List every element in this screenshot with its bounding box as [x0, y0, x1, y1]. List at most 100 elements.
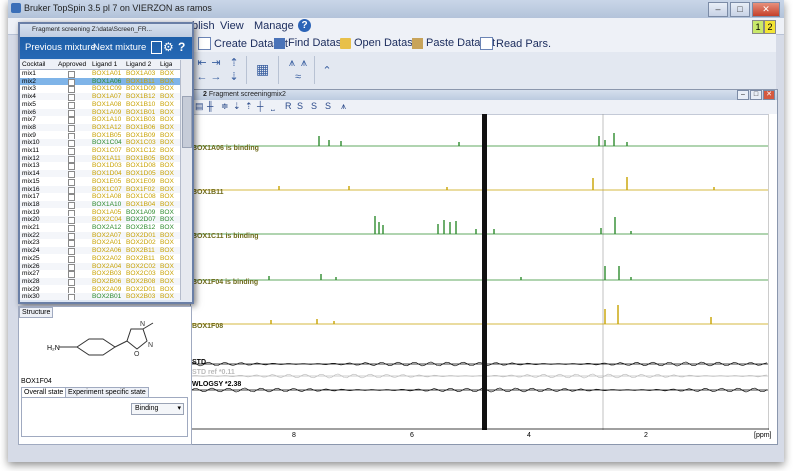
table-row[interactable]: mix6 BOX1A09 BOX1B01 BOX [20, 108, 180, 117]
shift-left-icon[interactable]: ⇤ [196, 58, 208, 69]
find-dataset-button[interactable]: Find Dataset [274, 37, 350, 49]
approved-checkbox[interactable] [68, 294, 75, 300]
integrate-icon[interactable]: ⩚ [298, 58, 310, 69]
col-ligand1[interactable]: Ligand 1 [92, 60, 117, 69]
minimize-button[interactable]: – [708, 2, 728, 17]
table-row[interactable]: mix11 BOX1C07 BOX1C12 BOX [20, 147, 180, 155]
ligand2-cell: BOX1B03 [126, 116, 156, 124]
table-row[interactable]: mix17 BOX1A08 BOX1C08 BOX [20, 193, 180, 202]
export-icon[interactable] [151, 41, 162, 54]
table-row[interactable]: mix12 BOX1A11 BOX1B05 BOX [20, 154, 180, 163]
ligand1-cell: BOX1A08 [92, 100, 122, 108]
grid-icon[interactable]: ▦ [256, 62, 269, 76]
table-row[interactable]: mix28 BOX2B06 BOX2B08 BOX [20, 277, 180, 286]
table-row[interactable]: mix18 BOX1A10 BOX1B04 BOX [20, 200, 180, 209]
find-dataset-icon [274, 37, 285, 49]
workspace-badge-1[interactable]: 1 [752, 20, 764, 34]
ligand3-cell: BOX [160, 185, 174, 193]
scale-tool-1[interactable]: S [297, 101, 303, 111]
table-row[interactable]: mix29 BOX2A09 BOX2D01 BOX [20, 286, 180, 294]
ligand2-cell: BOX1B10 [126, 100, 156, 108]
ligand3-cell: BOX [160, 93, 174, 101]
menu-view[interactable]: View [220, 20, 244, 32]
expand-up-icon[interactable]: ⌃ [321, 66, 333, 77]
table-row[interactable]: mix30 BOX2B01 BOX2B03 BOX [20, 293, 180, 300]
binding-state-select[interactable]: Binding ▾ [131, 403, 184, 415]
table-row[interactable]: mix14 BOX1D04 BOX1D05 BOX [20, 170, 180, 179]
table-row[interactable]: mix23 BOX2A01 BOX2D02 BOX [20, 239, 180, 248]
table-row[interactable]: mix2 BOX1A06 BOX1B11 BOX [20, 77, 180, 86]
col-ligand2[interactable]: Ligand 2 [126, 60, 151, 69]
nitrogen-label-2: N [148, 342, 153, 349]
up-arrow-icon[interactable]: ⇡ [245, 101, 253, 112]
table-row[interactable]: mix27 BOX2B03 BOX2C03 BOX [20, 270, 180, 279]
table-row[interactable]: mix10 BOX1C04 BOX1C03 BOX [20, 139, 180, 148]
baseline-icon[interactable]: ⎵ [271, 101, 275, 112]
overlay-icon[interactable]: ╫ [207, 101, 213, 111]
align-icon[interactable]: ≑ [221, 101, 229, 112]
table-row[interactable]: mix3 BOX1C09 BOX1D09 BOX [20, 85, 180, 94]
table-row[interactable]: mix1 BOX1A01 BOX1A03 BOX [20, 70, 180, 78]
table-row[interactable]: mix22 BOX2A07 BOX2D01 BOX [20, 231, 180, 240]
table-row[interactable]: mix15 BOX1E05 BOX1E09 BOX [20, 178, 180, 186]
col-ligand3[interactable]: Liga [160, 60, 172, 69]
menu-manage[interactable]: Manage [254, 20, 294, 32]
workspace-badge-2[interactable]: 2 [764, 20, 776, 34]
ligand1-cell: BOX2A07 [92, 231, 122, 239]
x-axis: 8 6 4 2 [ppm] [191, 428, 777, 444]
peak-display-icon[interactable]: ⩚ [341, 101, 346, 112]
ligand1-cell: BOX1D04 [92, 170, 122, 178]
table-row[interactable]: mix8 BOX1A12 BOX1B06 BOX [20, 123, 180, 132]
multiplet-icon[interactable]: ≈ [292, 72, 304, 83]
scale-up-icon[interactable]: ⇡ [228, 58, 240, 69]
table-row[interactable]: mix5 BOX1A08 BOX1B10 BOX [20, 100, 180, 109]
reset-tool[interactable]: R [285, 101, 292, 111]
read-pars-button[interactable]: Read Pars. [480, 37, 551, 50]
menu-publish[interactable]: blish [192, 20, 215, 32]
ligand2-cell: BOX2C03 [126, 270, 156, 278]
spectrum-minimize-button[interactable]: – [737, 90, 749, 100]
peak-pick-icon[interactable]: ⩚ [286, 58, 298, 69]
table-row[interactable]: mix21 BOX2A12 BOX2B12 BOX [20, 224, 180, 232]
close-button[interactable]: ✕ [752, 2, 780, 17]
table-row[interactable]: mix9 BOX1B05 BOX1B09 BOX [20, 132, 180, 140]
gear-icon[interactable]: ⚙ [163, 40, 174, 54]
table-row[interactable]: mix25 BOX2A02 BOX2B11 BOX [20, 255, 180, 263]
maximize-button[interactable]: □ [730, 2, 750, 17]
ligand1-cell: BOX1A11 [92, 154, 121, 162]
open-dataset-button[interactable]: Open Dataset [340, 37, 422, 49]
ligand1-cell: BOX1C04 [92, 139, 122, 147]
scroll-thumb[interactable] [182, 96, 192, 148]
table-row[interactable]: mix7 BOX1A10 BOX1B03 BOX [20, 116, 180, 125]
spectrum-close-button[interactable]: ✕ [763, 90, 775, 100]
scroll-markers[interactable] [768, 114, 777, 430]
crosshair-icon[interactable]: ┼ [257, 101, 263, 111]
table-scrollbar[interactable] [180, 60, 192, 300]
cocktail-cell: mix7 [22, 116, 36, 124]
arrow-right-icon[interactable]: → [210, 72, 222, 83]
col-cocktail[interactable]: Cocktail [22, 60, 45, 69]
scale-tool-2[interactable]: S [311, 101, 317, 111]
previous-mixture-button[interactable]: Previous mixture [25, 42, 96, 53]
table-row[interactable]: mix4 BOX1A07 BOX1B12 BOX [20, 93, 180, 102]
multi-display-icon[interactable]: ▤ [195, 101, 204, 112]
scale-down-icon[interactable]: ⇣ [228, 72, 240, 83]
help-icon[interactable]: ? [298, 19, 311, 32]
table-row[interactable]: mix20 BOX2C04 BOX2D07 BOX [20, 216, 180, 225]
down-arrow-icon[interactable]: ⇣ [233, 101, 241, 112]
scale-tool-3[interactable]: S [325, 101, 331, 111]
help-icon[interactable]: ? [178, 40, 185, 54]
col-approved[interactable]: Approved [58, 60, 86, 69]
spectrum-maximize-button[interactable]: □ [750, 90, 762, 100]
cocktail-cell: mix21 [22, 224, 40, 231]
table-row[interactable]: mix19 BOX1A05 BOX1A09 BOX [20, 209, 180, 217]
dialog-title: Fragment screening Z:\data\Screen_FR... [32, 26, 152, 33]
create-dataset-icon [198, 37, 211, 50]
arrow-left-icon[interactable]: ← [196, 72, 208, 83]
table-row[interactable]: mix13 BOX1D03 BOX1D08 BOX [20, 162, 180, 171]
next-mixture-button[interactable]: Next mixture [93, 42, 146, 53]
table-row[interactable]: mix24 BOX2A06 BOX2B11 BOX [20, 247, 180, 256]
table-row[interactable]: mix16 BOX1C07 BOX1F02 BOX [20, 185, 180, 194]
table-row[interactable]: mix26 BOX2A04 BOX2C02 BOX [20, 262, 180, 271]
shift-right-icon[interactable]: ⇥ [210, 58, 222, 69]
